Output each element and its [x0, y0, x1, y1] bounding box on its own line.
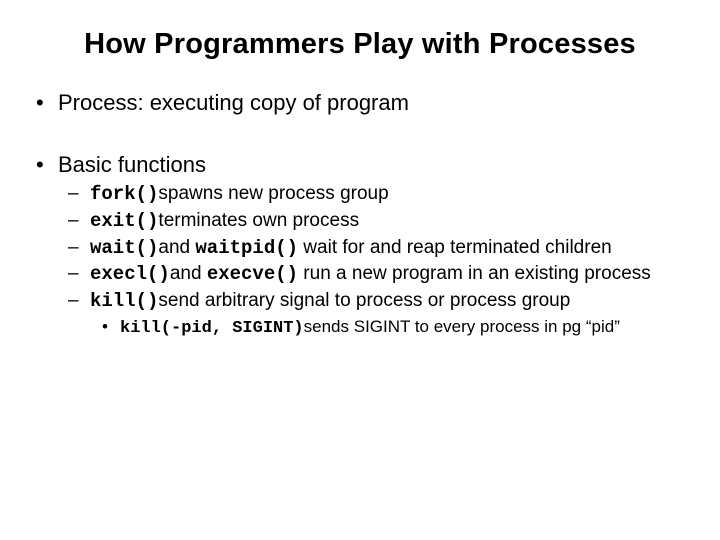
- slide-title: How Programmers Play with Processes: [30, 28, 690, 61]
- bullet-text: Process: executing copy of program: [58, 90, 409, 115]
- slide: How Programmers Play with Processes Proc…: [0, 0, 720, 540]
- text-kill-example: sends SIGINT to every process in pg “pid…: [304, 317, 620, 336]
- code-kill: kill(): [90, 290, 158, 312]
- code-execl: execl(): [90, 263, 170, 285]
- text-exec-desc: run a new program in an existing process: [298, 263, 651, 284]
- bullet-list-level-2: fork()spawns new process group exit()ter…: [58, 182, 690, 339]
- bullet-basic-functions: Basic functions fork()spawns new process…: [30, 151, 690, 340]
- code-fork: fork(): [90, 183, 158, 205]
- text-kill-desc: send arbitrary signal to process or proc…: [158, 290, 570, 311]
- code-kill-example: kill(-pid, SIGINT): [120, 319, 304, 338]
- code-exit: exit(): [90, 210, 158, 232]
- subbullet-exec: execl()and execve() run a new program in…: [62, 262, 690, 287]
- subbullet-wait: wait()and waitpid() wait for and reap te…: [62, 236, 690, 261]
- subbullet-kill: kill()send arbitrary signal to process o…: [62, 289, 690, 339]
- bullet-process-definition: Process: executing copy of program: [30, 89, 690, 117]
- code-execve: execve(): [207, 263, 298, 285]
- bullet-list-level-1: Process: executing copy of program Basic…: [30, 89, 690, 339]
- code-wait: wait(): [90, 237, 158, 259]
- text-exec-and: and: [170, 263, 207, 284]
- text-exit: terminates own process: [158, 210, 359, 231]
- text-wait-and: and: [158, 237, 195, 258]
- code-waitpid: waitpid(): [195, 237, 298, 259]
- subbullet-fork: fork()spawns new process group: [62, 182, 690, 207]
- bullet-list-level-3: kill(-pid, SIGINT)sends SIGINT to every …: [90, 316, 690, 339]
- bullet-text: Basic functions: [58, 152, 206, 177]
- subbullet-exit: exit()terminates own process: [62, 209, 690, 234]
- subsubbullet-kill-example: kill(-pid, SIGINT)sends SIGINT to every …: [98, 316, 690, 339]
- text-wait-desc: wait for and reap terminated children: [298, 237, 612, 258]
- text-fork: spawns new process group: [158, 183, 388, 204]
